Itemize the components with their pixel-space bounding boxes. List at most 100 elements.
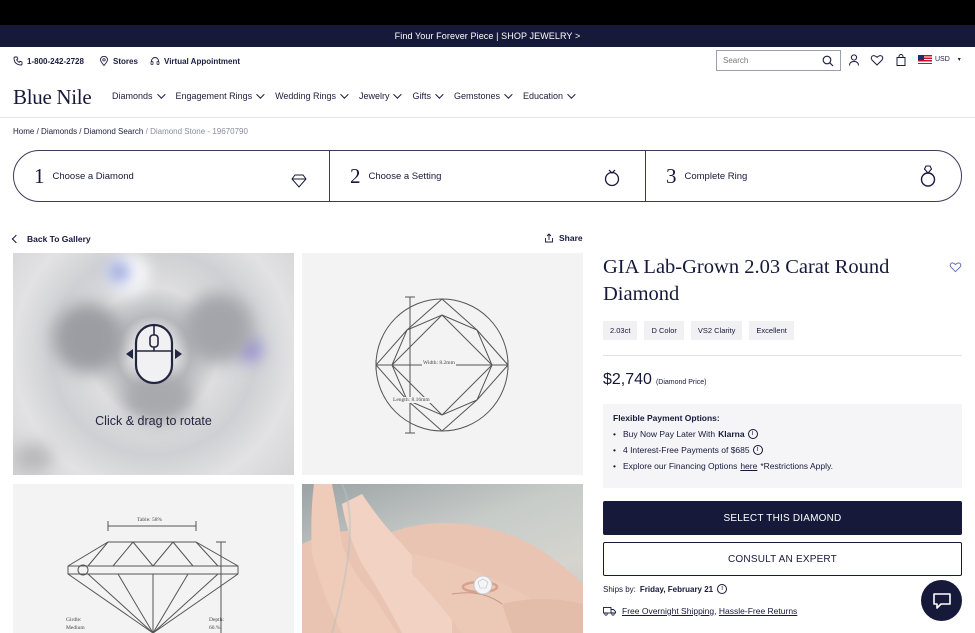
ships-by-date: Friday, February 21 [639,584,714,594]
ring-on-hand-photo[interactable] [302,484,583,633]
sparkle-shadow [13,443,53,473]
chevron-down-icon [256,90,265,99]
breadcrumb-diamonds[interactable]: Diamonds [41,127,77,136]
logo[interactable]: Blue Nile [13,85,92,110]
diamond-top-view-diagram[interactable]: Width: 8.2mm Length: 8.16mm [302,253,583,475]
chip-color: D Color [644,321,684,340]
sparkle-highlight [108,261,130,283]
search-placeholder: Search [723,56,749,65]
table-label: Table: 58% [136,517,164,523]
chevron-down-icon [393,90,403,99]
wishlist-heart-icon[interactable] [870,53,884,67]
consult-expert-button[interactable]: CONSULT AN EXPERT [603,542,962,576]
nav-item-engagement-rings[interactable]: Engagement Rings [175,90,265,101]
search-icon[interactable] [822,55,834,67]
chevron-down-icon [340,90,349,99]
shopping-bag-icon[interactable] [894,53,908,67]
step-label: Choose a Setting [368,170,442,182]
share-label: Share [559,233,583,243]
financing-heading: Flexible Payment Options: [613,413,720,423]
diamond-attribute-chips: 2.03ct D Color VS2 Clarity Excellent [603,321,794,340]
nav-item-wedding-rings[interactable]: Wedding Rings [275,90,349,101]
breadcrumb: Home / Diamonds / Diamond Search / Diamo… [13,127,248,136]
account-icon[interactable] [847,53,861,67]
nav-item-label: Jewelry [358,91,390,101]
share-button[interactable]: Share [544,233,583,243]
chevron-down-icon [156,90,166,99]
caret-down-icon: ▾ [957,57,961,63]
installments-text: 4 Interest-Free Payments of $685 [622,445,750,455]
info-icon[interactable]: i [752,445,763,455]
restrictions-text: *Restrictions Apply. [760,461,833,471]
ships-by: Ships by: Friday, February 21 i [603,584,728,594]
klarna-logo: Klarna [718,429,745,439]
search-input[interactable]: Search [716,50,841,71]
step-choose-diamond[interactable]: 1 Choose a Diamond [14,151,330,201]
chat-button[interactable] [921,580,962,621]
hassle-free-returns-link[interactable]: Hassle-Free Returns [719,606,797,616]
currency-selector[interactable]: USD ▾ [918,55,961,64]
breadcrumb-separator: / [36,127,39,136]
diamond-360-viewer[interactable]: Click & drag to rotate [13,253,294,475]
width-label: Width: 8.2mm [422,360,456,366]
virtual-appointment-link[interactable]: Virtual Appointment [150,56,240,66]
back-to-gallery-link[interactable]: Back To Gallery [11,234,91,244]
back-label: Back To Gallery [27,234,91,244]
select-diamond-button[interactable]: SELECT THIS DIAMOND [603,501,962,535]
nav-item-education[interactable]: Education [523,90,576,101]
step-number: 1 [34,163,45,188]
phone-link[interactable]: 1-800-242-2728 [13,56,84,66]
promo-banner[interactable]: Find Your Forever Piece | SHOP JEWELRY > [0,25,975,47]
step-choose-setting[interactable]: 2 Choose a Setting [330,151,646,201]
chevron-down-icon [504,90,513,99]
top-black-bar [0,0,975,25]
divider [603,355,962,356]
price-block: $2,740 (Diamond Price) [603,371,707,389]
stores-link[interactable]: Stores [99,56,138,66]
chevron-down-icon [567,90,576,99]
phone-number: 1-800-242-2728 [27,56,84,66]
truck-icon [603,607,616,616]
nav-item-diamonds[interactable]: Diamonds [112,90,166,101]
free-shipping-link[interactable]: Free Overnight Shipping [622,606,714,616]
breadcrumb-diamond-search[interactable]: Diamond Search [84,127,144,136]
favorite-heart-icon[interactable] [949,261,962,273]
nav-menu: Diamonds Engagement Rings Wedding Rings … [112,90,586,101]
klarna-text: Buy Now Pay Later With [622,429,716,439]
nav-item-label: Engagement Rings [175,91,253,101]
build-ring-steps: 1 Choose a Diamond 2 Choose a Setting 3 … [13,150,962,202]
info-icon[interactable]: i [747,429,758,439]
breadcrumb-separator: / [145,127,148,136]
chevron-down-icon [435,90,444,99]
nav-item-jewelry[interactable]: Jewelry [358,90,403,101]
sparkle-shadow [53,303,123,373]
main-nav: Blue Nile Diamonds Engagement Rings Wedd… [0,75,975,118]
nav-item-label: Gemstones [454,91,501,101]
shipping-comma: , [714,606,717,616]
step-label: Choose a Diamond [52,170,134,182]
nav-item-label: Education [523,91,564,101]
nav-item-gifts[interactable]: Gifts [412,90,444,101]
info-icon[interactable]: i [717,584,728,594]
financing-here-link[interactable]: here [740,461,757,471]
promo-text[interactable]: Find Your Forever Piece | SHOP JEWELRY > [395,31,581,41]
phone-icon [13,56,23,66]
breadcrumb-home[interactable]: Home [13,127,34,136]
sparkle-shadow [183,293,253,363]
step-complete-ring[interactable]: 3 Complete Ring [646,151,961,201]
diamond-side-view-diagram[interactable]: Table: 58% Girdle: Medium Depth: 60.% [13,484,294,633]
financing-options-box: Flexible Payment Options: Buy Now Pay La… [603,404,962,488]
depth-value: 60.% [209,625,221,631]
stores-label: Stores [113,56,138,66]
step-label: Complete Ring [684,170,748,182]
chevron-left-icon [11,234,21,244]
step-number: 3 [666,163,677,188]
financing-item-klarna: Buy Now Pay Later With Klarna i [613,429,952,439]
us-flag-icon [918,55,932,64]
chip-carat: 2.03ct [603,321,638,340]
length-label: Length: 8.16mm [392,397,431,403]
location-pin-icon [100,56,108,66]
mouse-drag-icon [126,323,182,385]
shipping-links: Free Overnight Shipping, Hassle-Free Ret… [603,606,797,616]
nav-item-gemstones[interactable]: Gemstones [454,90,513,101]
